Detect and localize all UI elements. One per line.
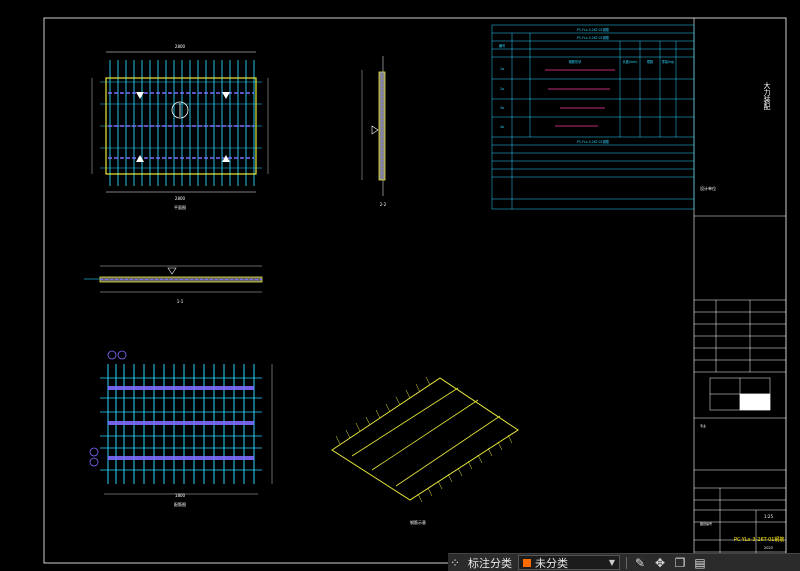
section-1-1: 1-1 [84,265,263,304]
category-select-value: 未分类 [535,556,568,570]
title-block [694,215,786,563]
chevron-down-icon: ▼ [608,558,615,567]
rebar-title: 配筋图 [174,501,186,507]
company-name: 大力装配 [763,81,771,111]
steel-table [491,24,695,210]
iso-view: 钢筋示意 [331,376,519,525]
iso-title: 钢筋示意 [410,519,426,525]
drawing-border [43,17,787,564]
edit-icon[interactable]: ✎ [633,556,647,570]
table-header-num: 根数 [647,59,654,64]
mark-2: 2a [500,87,504,91]
copy-icon[interactable]: ❐ [673,556,687,570]
toolbar-divider [626,556,627,569]
group-icon[interactable]: ⁘ [448,556,462,570]
annotation-toolbar: ⁘ 标注分类 未分类 ▼ ✎ ✥ ❐ ▤ [448,553,800,571]
scale: 1:25 [764,514,773,519]
plan-title: 平面图 [174,204,186,210]
section-1-title: 1-1 [177,299,184,304]
mark-1: 1a [500,67,504,71]
design-unit: 设计单位 [700,185,716,191]
table-header-shape: 钢筋形状 [569,59,583,64]
steel-table-text: PC-YLx-3-26T-01钢筋 PC-YLx-3-26T-01钢筋 PC-Y… [499,27,675,144]
rebar-view: 1800 配筋图 [89,350,273,507]
paste-icon[interactable]: ▤ [693,556,707,570]
sheet-label: 图纸编号 [700,521,712,526]
table-title-2: PC-YLx-3-26T-01钢筋 [577,35,609,40]
plan-dim-top: 2800 [175,44,186,49]
table-header-wt: 重量(kg) [662,59,675,64]
section-2-title: 2-2 [380,202,387,207]
table-title-1: PC-YLx-3-26T-01钢筋 [577,27,609,32]
category-color-swatch [523,558,531,567]
rebar-dim: 1800 [175,493,186,498]
mark-4: 4a [500,125,504,129]
sheet-code: PC-YLx-3-26T-01钢筋 [734,536,784,543]
plan-view: 2800 2800 平面图 [91,44,269,210]
title-block-text: 大力装配 设计单位 专业 图纸编号 1:25 2023 PC-YLx-3-26T… [700,81,784,550]
mark-3: 3a [500,106,504,110]
year: 2023 [764,546,773,550]
cad-canvas[interactable]: 2800 2800 平面图 2-2 1-1 1800 配筋图 钢筋示意 PC-Y… [0,0,800,570]
category-select[interactable]: 未分类 ▼ [518,555,620,570]
plan-dim-bottom: 2800 [175,196,186,201]
table-row-a: 编号 [499,43,505,48]
small-label: 专业 [700,423,706,428]
table-header-len: 长度(mm) [622,59,637,64]
table-shapes [545,69,615,127]
section-2-2: 2-2 [361,56,387,207]
table-title-3: PC-YLx-3-26T-01钢筋 [577,139,609,144]
annotation-label: 标注分类 [468,556,512,570]
move-icon[interactable]: ✥ [653,556,667,570]
